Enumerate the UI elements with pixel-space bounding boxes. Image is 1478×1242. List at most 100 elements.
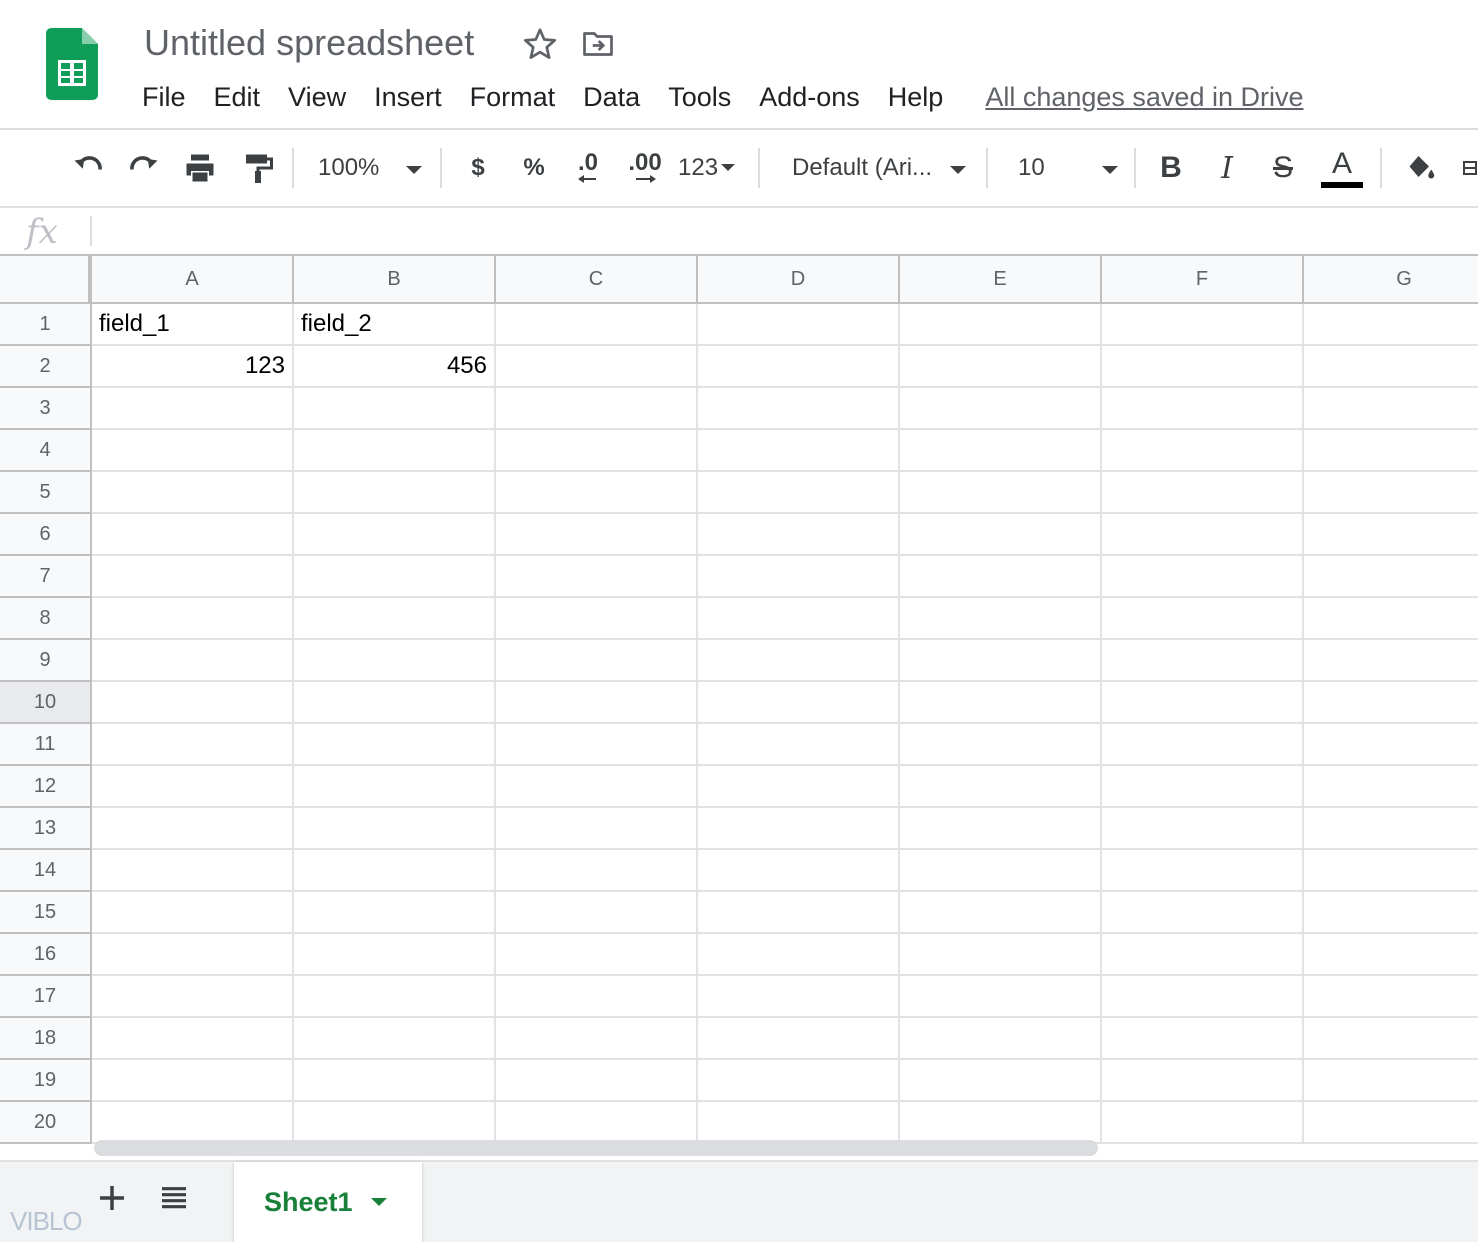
cell-c2[interactable]: [496, 346, 698, 388]
cell-f12[interactable]: [1102, 766, 1304, 808]
move-to-folder-icon[interactable]: [580, 26, 616, 62]
cell-e10[interactable]: [900, 682, 1102, 724]
cell-g9[interactable]: [1304, 640, 1478, 682]
fill-color-button[interactable]: [1400, 144, 1440, 192]
strikethrough-button[interactable]: S: [1264, 144, 1302, 192]
cell-a3[interactable]: [92, 388, 294, 430]
cell-b1[interactable]: field_2: [294, 304, 496, 346]
cell-f6[interactable]: [1102, 514, 1304, 556]
cell-c12[interactable]: [496, 766, 698, 808]
star-icon[interactable]: [522, 26, 558, 62]
cell-f5[interactable]: [1102, 472, 1304, 514]
cell-d8[interactable]: [698, 598, 900, 640]
text-color-button[interactable]: A: [1320, 144, 1364, 192]
cell-d13[interactable]: [698, 808, 900, 850]
cell-d4[interactable]: [698, 430, 900, 472]
cell-g15[interactable]: [1304, 892, 1478, 934]
cell-e18[interactable]: [900, 1018, 1102, 1060]
row-header-6[interactable]: 6: [0, 514, 92, 556]
menu-view[interactable]: View: [274, 82, 360, 113]
cell-b11[interactable]: [294, 724, 496, 766]
cell-f10[interactable]: [1102, 682, 1304, 724]
all-sheets-icon[interactable]: [158, 1182, 190, 1214]
cell-a6[interactable]: [92, 514, 294, 556]
row-header-19[interactable]: 19: [0, 1060, 92, 1102]
cell-c13[interactable]: [496, 808, 698, 850]
add-sheet-icon[interactable]: [96, 1182, 128, 1214]
cell-d1[interactable]: [698, 304, 900, 346]
cell-f11[interactable]: [1102, 724, 1304, 766]
cell-g16[interactable]: [1304, 934, 1478, 976]
cell-b12[interactable]: [294, 766, 496, 808]
cell-c11[interactable]: [496, 724, 698, 766]
cell-e4[interactable]: [900, 430, 1102, 472]
cell-f15[interactable]: [1102, 892, 1304, 934]
font-size-select[interactable]: 10: [1018, 144, 1122, 192]
cell-d11[interactable]: [698, 724, 900, 766]
chevron-down-icon[interactable]: [370, 1198, 387, 1206]
cell-c15[interactable]: [496, 892, 698, 934]
cell-b16[interactable]: [294, 934, 496, 976]
borders-button[interactable]: [1458, 144, 1478, 192]
cell-e5[interactable]: [900, 472, 1102, 514]
cell-d12[interactable]: [698, 766, 900, 808]
cell-f7[interactable]: [1102, 556, 1304, 598]
menu-help[interactable]: Help: [874, 82, 958, 113]
cell-g3[interactable]: [1304, 388, 1478, 430]
cell-b19[interactable]: [294, 1060, 496, 1102]
row-header-16[interactable]: 16: [0, 934, 92, 976]
row-header-11[interactable]: 11: [0, 724, 92, 766]
cell-b17[interactable]: [294, 976, 496, 1018]
cell-d16[interactable]: [698, 934, 900, 976]
cell-a2[interactable]: 123: [92, 346, 294, 388]
cell-f3[interactable]: [1102, 388, 1304, 430]
cell-a20[interactable]: [92, 1102, 294, 1144]
row-header-10[interactable]: 10: [0, 682, 92, 724]
cell-g14[interactable]: [1304, 850, 1478, 892]
document-title[interactable]: Untitled spreadsheet: [144, 22, 474, 64]
cell-b13[interactable]: [294, 808, 496, 850]
cell-f14[interactable]: [1102, 850, 1304, 892]
cell-b15[interactable]: [294, 892, 496, 934]
cell-f13[interactable]: [1102, 808, 1304, 850]
cell-c17[interactable]: [496, 976, 698, 1018]
cell-g17[interactable]: [1304, 976, 1478, 1018]
cell-a12[interactable]: [92, 766, 294, 808]
cell-g12[interactable]: [1304, 766, 1478, 808]
cell-g7[interactable]: [1304, 556, 1478, 598]
cell-e1[interactable]: [900, 304, 1102, 346]
cell-b14[interactable]: [294, 850, 496, 892]
cell-d20[interactable]: [698, 1102, 900, 1144]
cell-b4[interactable]: [294, 430, 496, 472]
cell-a11[interactable]: [92, 724, 294, 766]
cell-g18[interactable]: [1304, 1018, 1478, 1060]
cell-d10[interactable]: [698, 682, 900, 724]
row-header-9[interactable]: 9: [0, 640, 92, 682]
cell-a15[interactable]: [92, 892, 294, 934]
cell-b3[interactable]: [294, 388, 496, 430]
cell-e3[interactable]: [900, 388, 1102, 430]
row-header-3[interactable]: 3: [0, 388, 92, 430]
cell-b8[interactable]: [294, 598, 496, 640]
cell-d14[interactable]: [698, 850, 900, 892]
cell-e9[interactable]: [900, 640, 1102, 682]
cell-b2[interactable]: 456: [294, 346, 496, 388]
row-header-1[interactable]: 1: [0, 304, 92, 346]
cell-d5[interactable]: [698, 472, 900, 514]
cell-a19[interactable]: [92, 1060, 294, 1102]
menu-tools[interactable]: Tools: [654, 82, 745, 113]
decrease-decimal-button[interactable]: .0: [566, 144, 610, 192]
undo-button[interactable]: [68, 144, 108, 192]
row-header-17[interactable]: 17: [0, 976, 92, 1018]
cell-a10[interactable]: [92, 682, 294, 724]
cell-e6[interactable]: [900, 514, 1102, 556]
cell-a8[interactable]: [92, 598, 294, 640]
cell-a4[interactable]: [92, 430, 294, 472]
cell-f1[interactable]: [1102, 304, 1304, 346]
cell-c14[interactable]: [496, 850, 698, 892]
menu-add-ons[interactable]: Add-ons: [745, 82, 874, 113]
currency-format-button[interactable]: $: [462, 144, 494, 192]
cell-e16[interactable]: [900, 934, 1102, 976]
cell-c18[interactable]: [496, 1018, 698, 1060]
row-header-14[interactable]: 14: [0, 850, 92, 892]
